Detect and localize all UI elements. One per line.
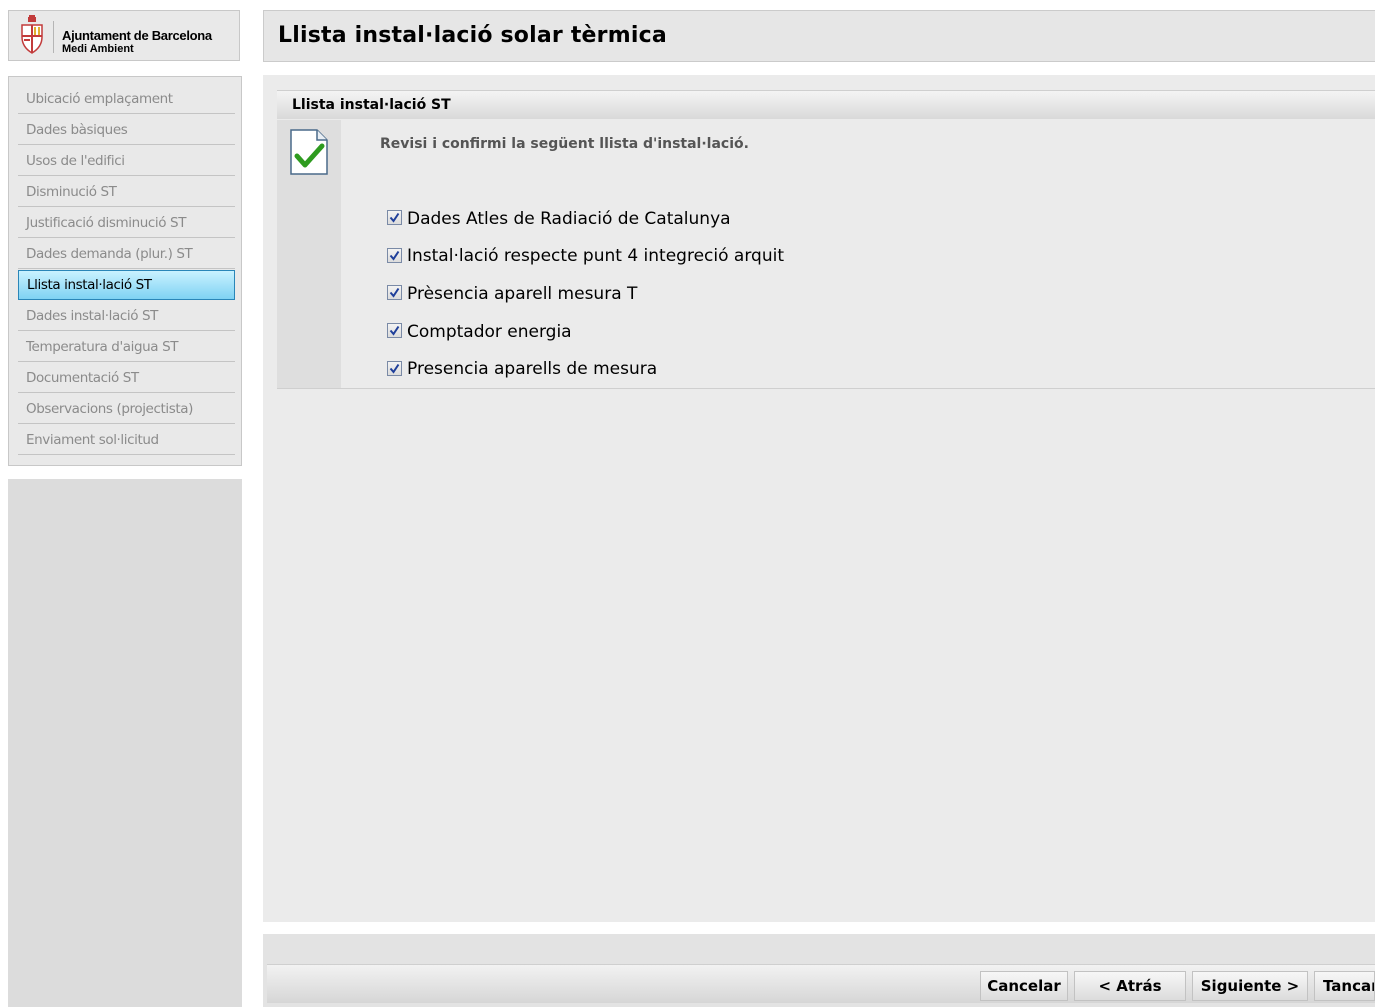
main-content: Llista instal·lació ST Revisi i confirmi… <box>263 75 1375 922</box>
nav-item-justificacio[interactable]: Justificació disminució ST <box>18 208 235 238</box>
document-check-icon <box>290 129 328 175</box>
nav-item-enviament[interactable]: Enviament sol·licitud <box>18 425 235 455</box>
nav-item-observacions[interactable]: Observacions (projectista) <box>18 394 235 424</box>
icon-column <box>277 120 341 388</box>
nav-item-disminucio[interactable]: Disminució ST <box>18 177 235 207</box>
logo-title: Ajuntament de Barcelona <box>62 28 212 43</box>
checkbox-checked-icon[interactable] <box>387 247 402 263</box>
intro-text: Revisi i confirmi la següent llista d'in… <box>380 136 749 152</box>
checklist-item-label: Prèsencia aparell mesura T <box>407 283 638 304</box>
panel-header: Llista instal·lació ST <box>277 90 1375 119</box>
checklist-item: Prèsencia aparell mesura T <box>387 275 784 313</box>
nav-item-usos-edifici[interactable]: Usos de l'edifici <box>18 146 235 176</box>
logo-subtitle: Medi Ambient <box>62 43 134 55</box>
close-button[interactable]: Tancar <box>1314 971 1375 1001</box>
nav-item-dades-installacio[interactable]: Dades instal·lació ST <box>18 301 235 331</box>
page-title: Llista instal·lació solar tèrmica <box>278 23 667 48</box>
checkbox-checked-icon[interactable] <box>387 285 402 301</box>
next-button[interactable]: Siguiente > <box>1192 971 1308 1001</box>
panel-body: Revisi i confirmi la següent llista d'in… <box>277 120 1375 389</box>
nav-item-llista-installacio[interactable]: Llista instal·lació ST <box>18 270 235 300</box>
checkbox-checked-icon[interactable] <box>387 323 402 339</box>
nav-item-dades-basiques[interactable]: Dades bàsiques <box>18 115 235 145</box>
title-bar: Llista instal·lació solar tèrmica <box>263 10 1375 62</box>
nav-item-temperatura[interactable]: Temperatura d'aigua ST <box>18 332 235 362</box>
checklist: Dades Atles de Radiació de Catalunya Ins… <box>387 200 784 388</box>
checklist-item-label: Instal·lació respecte punt 4 integreció … <box>407 246 784 267</box>
checklist-item-label: Dades Atles de Radiació de Catalunya <box>407 208 731 229</box>
back-button[interactable]: < Atrás <box>1074 971 1186 1001</box>
sidebar-nav: Ubicació emplaçament Dades bàsiques Usos… <box>8 76 242 466</box>
cancel-button[interactable]: Cancelar <box>980 971 1068 1001</box>
nav-item-dades-demanda[interactable]: Dades demanda (plur.) ST <box>18 239 235 269</box>
checkbox-checked-icon[interactable] <box>387 360 402 376</box>
checkbox-checked-icon[interactable] <box>387 210 402 226</box>
sidebar-filler <box>8 479 242 1007</box>
checklist-item-label: Presencia aparells de mesura <box>407 359 658 380</box>
nav-item-documentacio[interactable]: Documentació ST <box>18 363 235 393</box>
checklist-item-label: Comptador energia <box>407 321 572 342</box>
logo-header: Ajuntament de Barcelona Medi Ambient <box>8 10 240 61</box>
barcelona-coat-of-arms-icon <box>21 15 43 54</box>
nav-item-ubicacio[interactable]: Ubicació emplaçament <box>18 84 235 114</box>
checklist-item: Instal·lació respecte punt 4 integreció … <box>387 238 784 276</box>
logo-divider <box>53 21 54 53</box>
checklist-item: Dades Atles de Radiació de Catalunya <box>387 200 784 238</box>
panel-header-title: Llista instal·lació ST <box>292 97 451 113</box>
checklist-item: Comptador energia <box>387 313 784 351</box>
checklist-item: Presencia aparells de mesura <box>387 350 784 388</box>
